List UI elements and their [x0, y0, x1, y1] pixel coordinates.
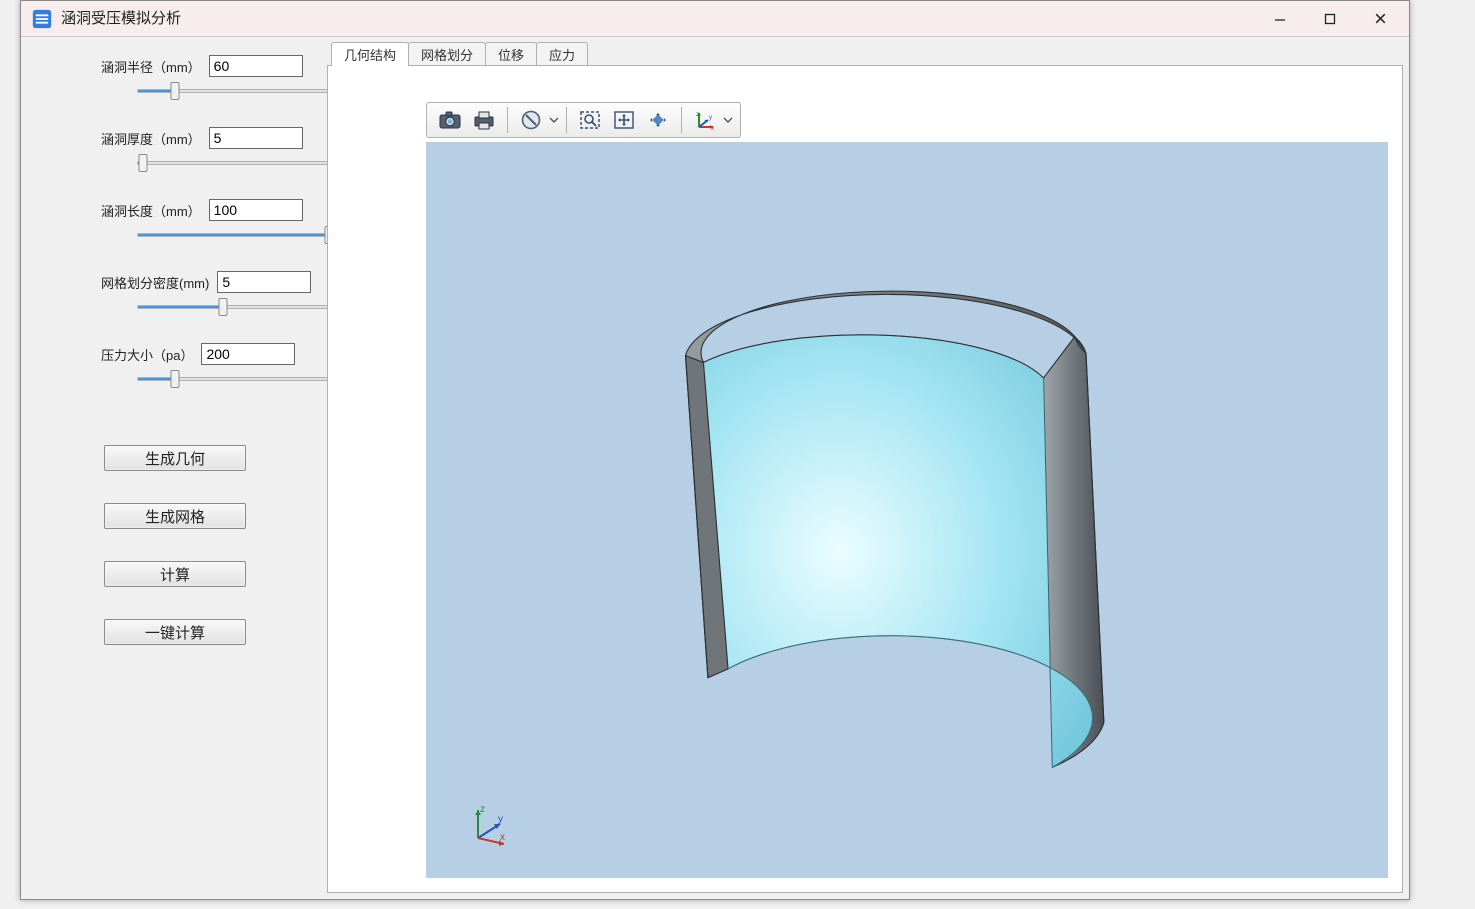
compute-button[interactable]: 计算 [104, 561, 246, 587]
axis-y-label: y [498, 814, 503, 825]
param-pressure-label: 压力大小（pa） [101, 345, 193, 364]
param-pressure-input[interactable] [201, 343, 295, 365]
svg-text:y: y [709, 115, 712, 121]
param-meshdens-slider[interactable] [137, 299, 329, 315]
quick-compute-button[interactable]: 一键计算 [104, 619, 246, 645]
param-length-label: 涵洞长度（mm） [101, 201, 201, 220]
zoom-rect-button[interactable] [573, 105, 607, 135]
param-meshdens-label: 网格划分密度(mm) [101, 273, 209, 292]
toolbar-separator [507, 107, 508, 133]
3d-viewport[interactable]: z y x [426, 142, 1388, 878]
viewport-axis-gizmo: z y x [464, 798, 514, 848]
param-radius: 涵洞半径（mm） [31, 55, 319, 99]
param-radius-label: 涵洞半径（mm） [101, 57, 201, 76]
param-thickness-input[interactable] [209, 127, 303, 149]
close-icon [1373, 11, 1388, 26]
param-meshdens: 网格划分密度(mm) [31, 271, 319, 315]
tab-stress[interactable]: 应力 [536, 42, 588, 66]
titlebar: 涵洞受压模拟分析 [21, 1, 1409, 37]
chevron-down-icon [723, 115, 733, 125]
info-icon [520, 109, 542, 131]
model-rendering [426, 142, 1388, 878]
maximize-icon [1323, 12, 1337, 26]
axes-caret[interactable] [722, 105, 734, 135]
content-panel: 几何结构 网格划分 位移 应力 [327, 43, 1403, 893]
minimize-icon [1273, 12, 1287, 26]
print-icon [472, 109, 496, 131]
tab-bar: 几何结构 网格划分 位移 应力 [327, 43, 1403, 65]
close-button[interactable] [1355, 1, 1405, 37]
info-dropdown-button[interactable] [514, 105, 548, 135]
axes-icon: z y x [693, 109, 717, 131]
rotate-button[interactable] [641, 105, 675, 135]
tab-geometry[interactable]: 几何结构 [331, 42, 409, 66]
chevron-down-icon [549, 115, 559, 125]
window-title: 涵洞受压模拟分析 [61, 7, 1255, 28]
param-thickness-slider[interactable] [137, 155, 329, 171]
button-stack: 生成几何 生成网格 计算 一键计算 [31, 445, 319, 645]
param-thickness: 涵洞厚度（mm） [31, 127, 319, 171]
param-radius-slider[interactable] [137, 83, 329, 99]
param-meshdens-input[interactable] [217, 271, 311, 293]
snapshot-button[interactable] [433, 105, 467, 135]
tab-mesh[interactable]: 网格划分 [408, 42, 486, 66]
app-window: 涵洞受压模拟分析 涵洞半径（mm） [20, 0, 1410, 900]
svg-text:x: x [711, 126, 714, 131]
param-length-slider[interactable] [137, 227, 329, 243]
minimize-button[interactable] [1255, 1, 1305, 37]
viewport-toolbar: z y x [426, 102, 741, 138]
generate-mesh-button[interactable]: 生成网格 [104, 503, 246, 529]
param-pressure: 压力大小（pa） [31, 343, 319, 387]
generate-geometry-button[interactable]: 生成几何 [104, 445, 246, 471]
window-controls [1255, 1, 1405, 37]
print-button[interactable] [467, 105, 501, 135]
param-length: 涵洞长度（mm） [31, 199, 319, 243]
axes-dropdown-button[interactable]: z y x [688, 105, 722, 135]
axis-x-label: x [500, 832, 505, 843]
maximize-button[interactable] [1305, 1, 1355, 37]
window-body: 涵洞半径（mm） 涵洞厚度（mm） [21, 37, 1409, 899]
tab-body: z y x [327, 65, 1403, 893]
camera-icon [438, 109, 462, 131]
zoom-rect-icon [578, 109, 602, 131]
param-thickness-label: 涵洞厚度（mm） [101, 129, 201, 148]
pan-icon [612, 109, 636, 131]
tab-displacement[interactable]: 位移 [485, 42, 537, 66]
app-logo-icon [31, 8, 53, 30]
toolbar-separator [681, 107, 682, 133]
param-pressure-slider[interactable] [137, 371, 329, 387]
svg-text:z: z [696, 112, 699, 118]
toolbar-separator [566, 107, 567, 133]
side-panel: 涵洞半径（mm） 涵洞厚度（mm） [27, 43, 327, 893]
param-length-input[interactable] [209, 199, 303, 221]
info-caret[interactable] [548, 105, 560, 135]
pan-button[interactable] [607, 105, 641, 135]
rotate-icon [646, 109, 670, 131]
axis-z-label: z [480, 804, 485, 815]
param-radius-input[interactable] [209, 55, 303, 77]
